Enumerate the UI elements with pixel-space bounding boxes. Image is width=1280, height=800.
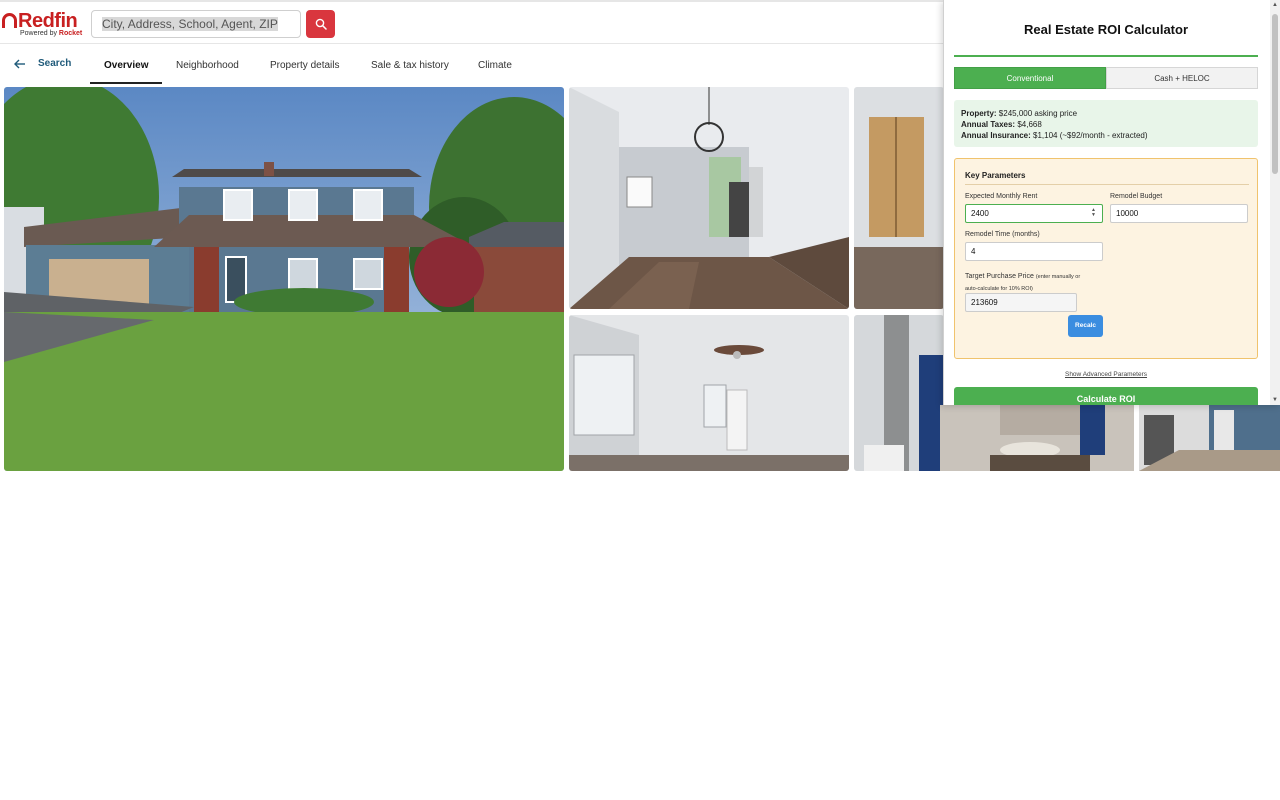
listing-nav: Search Overview Neighborhood Property de… — [0, 44, 940, 86]
arrow-left-icon — [14, 59, 25, 68]
insurance-label: Annual Insurance: — [961, 131, 1031, 140]
active-tab-indicator — [90, 82, 162, 84]
target-price-hint-1: (enter manually or — [1035, 274, 1081, 280]
tab-property-details[interactable]: Property details — [270, 60, 339, 71]
insurance-value: $1,104 (~$92/month - extracted) — [1033, 131, 1148, 140]
search-placeholder: City, Address, School, Agent, ZIP — [102, 17, 278, 31]
tab-sale-tax-history[interactable]: Sale & tax history — [371, 60, 449, 71]
scroll-down-icon[interactable]: ▼ — [1271, 397, 1279, 403]
roi-calculator-panel: Real Estate ROI Calculator Conventional … — [943, 0, 1280, 405]
bathroom-shower-photo[interactable] — [854, 315, 944, 471]
panel-title: Real Estate ROI Calculator — [1024, 22, 1188, 37]
target-price-hint-2: auto-calculate for 10% ROI) — [965, 286, 1033, 292]
back-to-search[interactable]: Search — [14, 58, 71, 69]
remodel-time-label: Remodel Time (months) — [965, 231, 1040, 238]
number-stepper-icon[interactable]: ▲ ▼ — [1091, 208, 1096, 218]
title-divider — [954, 55, 1258, 57]
tab-cash-heloc[interactable]: Cash + HELOC — [1106, 67, 1258, 89]
remodel-budget-input[interactable]: 10000 — [1110, 204, 1248, 223]
search-button[interactable] — [306, 10, 335, 38]
show-advanced-link[interactable]: Show Advanced Parameters — [954, 371, 1258, 378]
search-input[interactable]: City, Address, School, Agent, ZIP — [91, 10, 301, 38]
recalc-button[interactable]: Recalc — [1068, 315, 1103, 337]
property-value: $245,000 asking price — [998, 109, 1078, 118]
target-price-label: Target Purchase Price (enter manually or — [965, 273, 1080, 280]
closet-photo[interactable] — [854, 87, 944, 309]
tab-neighborhood[interactable]: Neighborhood — [176, 60, 239, 71]
target-price-input[interactable]: 213609 — [965, 293, 1077, 312]
taxes-value: $4,668 — [1017, 120, 1042, 129]
remodel-budget-value: 10000 — [1116, 209, 1139, 218]
rent-input[interactable]: 2400 ▲ ▼ — [965, 204, 1103, 223]
scrollbar-thumb[interactable] — [1272, 14, 1278, 174]
key-parameters-section: Key Parameters Expected Monthly Rent 240… — [954, 158, 1258, 359]
remodel-time-value: 4 — [971, 247, 976, 256]
scroll-up-icon[interactable]: ▲ — [1271, 2, 1279, 8]
logo-name: Redfin — [18, 10, 78, 32]
target-price-label-text: Target Purchase Price — [965, 273, 1034, 280]
living-room-photo[interactable] — [1139, 405, 1280, 471]
tab-climate[interactable]: Climate — [478, 60, 512, 71]
property-label: Property: — [961, 109, 997, 118]
panel-scrollbar[interactable]: ▲ ▼ — [1270, 0, 1280, 405]
kitchen-photo[interactable] — [569, 87, 849, 309]
bedroom-photo[interactable] — [569, 315, 849, 471]
remodel-time-input[interactable]: 4 — [965, 242, 1103, 261]
logo-mark-icon — [2, 13, 17, 28]
redfin-logo[interactable]: Redfin Powered by Rocket — [2, 10, 86, 40]
tab-conventional[interactable]: Conventional — [954, 67, 1106, 89]
target-price-hint-line: auto-calculate for 10% ROI) — [965, 285, 1033, 292]
search-icon — [315, 18, 327, 30]
key-parameters-title: Key Parameters — [965, 171, 1026, 180]
calculate-roi-button[interactable]: Calculate ROI — [954, 387, 1258, 405]
main-house-photo[interactable] — [4, 87, 564, 471]
logo-powered: Powered by — [20, 30, 57, 37]
remodel-budget-label: Remodel Budget — [1110, 193, 1163, 200]
taxes-label: Annual Taxes: — [961, 120, 1016, 129]
tab-overview[interactable]: Overview — [104, 60, 148, 71]
property-info-box: Property: $245,000 asking price Annual T… — [954, 100, 1258, 147]
back-label: Search — [38, 58, 72, 69]
key-parameters-divider — [965, 184, 1249, 185]
target-price-value: 213609 — [971, 298, 998, 307]
bathroom-vanity-photo[interactable] — [940, 405, 1134, 471]
rent-label: Expected Monthly Rent — [965, 193, 1038, 200]
logo-partner: Rocket — [58, 30, 83, 37]
rent-value: 2400 — [971, 209, 989, 218]
